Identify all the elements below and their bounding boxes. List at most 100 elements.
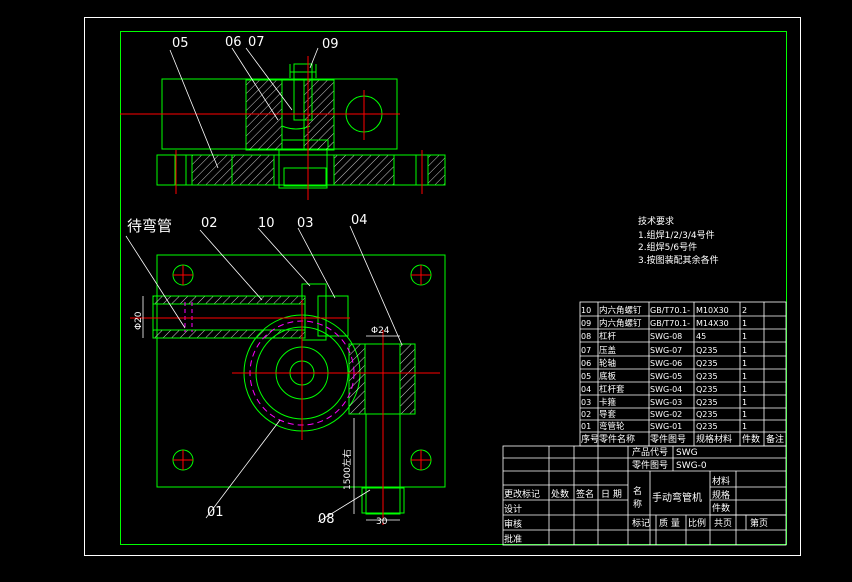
front-view — [152, 254, 446, 515]
rev-sign-label: 签名 — [576, 488, 594, 500]
bom-cell: 04 — [581, 385, 591, 394]
bom-cell: 45 — [696, 332, 706, 341]
cad-drawing: 05 06 07 09 待弯管 02 10 03 04 01 08 Φ20 Φ2… — [84, 17, 801, 556]
dim-d24: Φ24 — [371, 326, 390, 336]
tech-note-line: 2.组焊5/6号件 — [638, 241, 697, 253]
bom-cell: 1 — [742, 398, 747, 407]
bom-cell: 09 — [581, 319, 591, 328]
bom-cell: 08 — [581, 332, 591, 341]
qty-label: 件数 — [712, 502, 730, 514]
bom-cell: 内六角螺钉 — [599, 318, 642, 329]
bom-cell: 1 — [742, 410, 747, 419]
material-label: 材料 — [712, 475, 730, 487]
review-label: 审核 — [504, 518, 522, 530]
bom-cell: SWG-02 — [650, 410, 682, 419]
bom-cell: 压盖 — [599, 345, 617, 356]
outer-border — [84, 17, 801, 556]
approve-label: 批准 — [504, 533, 522, 545]
label-08: 08 — [318, 512, 335, 527]
page-label: 第页 — [750, 517, 768, 529]
bom-cell: SWG-07 — [650, 346, 682, 355]
bom-header-cell: 备注 — [766, 433, 784, 445]
label-05: 05 — [172, 36, 189, 51]
bom-cell: 07 — [581, 346, 591, 355]
bom-cell: 1 — [742, 346, 747, 355]
bom-cell: 底板 — [599, 371, 617, 382]
bom-cell: Q235 — [696, 346, 718, 355]
bom-cell: 1 — [742, 319, 747, 328]
bom-cell: 杠杆套 — [599, 384, 625, 395]
label-01: 01 — [207, 505, 224, 520]
label-07: 07 — [248, 35, 265, 50]
bom-cell: 06 — [581, 359, 591, 368]
spec-label: 规格 — [712, 489, 730, 501]
product-name: 手动弯管机 — [652, 491, 702, 504]
bom-cell: 1 — [742, 385, 747, 394]
bom-header-cell: 规格材料 — [696, 433, 732, 445]
bom-cell: Q235 — [696, 372, 718, 381]
mark-label: 标记 — [632, 517, 650, 529]
bom-cell: 1 — [742, 422, 747, 431]
bom-header-cell: 零件名称 — [599, 433, 635, 445]
hidden-lines — [184, 302, 355, 426]
bom-header-cell: 序号 — [581, 433, 599, 445]
bom-cell: Q235 — [696, 398, 718, 407]
bom-cell: SWG-03 — [650, 398, 682, 407]
bom-cell: 卡箍 — [599, 397, 617, 408]
tech-notes-title: 技术要求 — [638, 215, 674, 227]
tech-note-line: 1.组焊1/2/3/4号件 — [638, 229, 715, 241]
bom-header-cell: 件数 — [742, 433, 760, 445]
bom-cell: 弯管轮 — [599, 421, 625, 432]
bom-cell: 01 — [581, 422, 591, 431]
bom-cell: Q235 — [696, 385, 718, 394]
bom-cell: Q235 — [696, 359, 718, 368]
weight-label: 质 量 — [659, 517, 680, 529]
bom-cell: 05 — [581, 372, 591, 381]
rev-date-label: 日 期 — [601, 489, 622, 500]
bom-cell: 1 — [742, 359, 747, 368]
dim-d30: 30 — [376, 517, 388, 527]
dim-d20: Φ20 — [134, 311, 144, 330]
bom-cell: 杠杆 — [599, 331, 617, 342]
total-pages-label: 共页 — [714, 518, 732, 529]
bom-cell: 03 — [581, 398, 591, 407]
scale-label: 比例 — [688, 517, 706, 529]
part-no: SWG-0 — [676, 461, 707, 471]
bom-cell: 内六角螺钉 — [599, 305, 642, 316]
bom-cell: SWG-04 — [650, 385, 682, 394]
label-10: 10 — [258, 216, 275, 231]
rev-mark-label: 更改标记 — [504, 488, 540, 500]
bom-cell: 10 — [581, 306, 591, 315]
bom-cell: Q235 — [696, 410, 718, 419]
bom-cell: M10X30 — [696, 306, 729, 315]
label-06: 06 — [225, 35, 242, 50]
product-code-label: 产品代号 — [632, 446, 668, 458]
name-label-1: 名 — [633, 485, 642, 497]
design-label: 设计 — [504, 503, 522, 515]
rev-count-label: 处数 — [551, 488, 569, 500]
bom-cell: 1 — [742, 332, 747, 341]
label-09: 09 — [322, 37, 339, 52]
bom-cell: GB/T70.1- — [650, 306, 690, 315]
label-daiwanguan: 待弯管 — [127, 217, 172, 235]
tech-note-line: 3.按图装配其余各件 — [638, 254, 719, 266]
label-03: 03 — [297, 216, 314, 231]
bom-cell: SWG-08 — [650, 332, 682, 341]
bom-cell: 1 — [742, 372, 747, 381]
label-04: 04 — [351, 213, 368, 228]
bom-header-cell: 零件图号 — [650, 433, 686, 445]
dim-d1500: 1500左右 — [341, 449, 353, 490]
bom-cell: SWG-01 — [650, 422, 682, 431]
bom-cell: 轮轴 — [599, 358, 616, 369]
name-label-2: 称 — [633, 498, 642, 510]
bom-rows: 10 内六角螺钉 GB/T70.1- M10X30 2 09 内六角螺钉 GB/T70.1- M… — [581, 305, 784, 445]
part-no-label: 零件图号 — [632, 459, 668, 471]
bom-cell: SWG-05 — [650, 372, 682, 381]
bom-cell: 导套 — [599, 409, 617, 420]
bom-cell: 02 — [581, 410, 591, 419]
bom-cell: GB/T70.1- — [650, 319, 690, 328]
product-code: SWG — [676, 448, 698, 458]
label-02: 02 — [201, 216, 218, 231]
bom-cell: SWG-06 — [650, 359, 682, 368]
top-view — [156, 63, 446, 189]
